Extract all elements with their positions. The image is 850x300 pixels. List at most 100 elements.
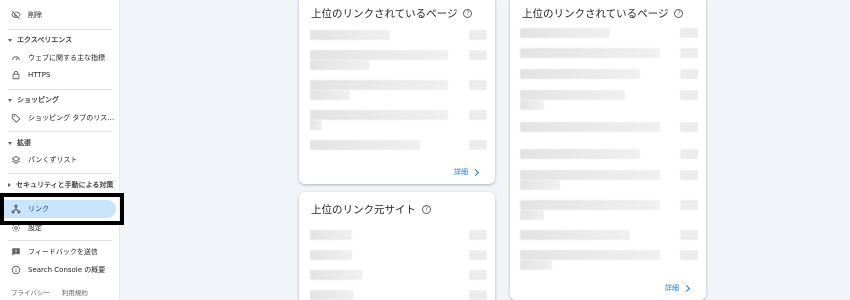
sidebar-item-label: パンくずリスト (28, 156, 78, 164)
blurred-row (520, 69, 640, 79)
blurred-row (310, 270, 362, 280)
blurred-row (520, 180, 560, 190)
sidebar-item-https[interactable]: HTTPS (4, 66, 116, 84)
blurred-value (680, 200, 698, 210)
collapse-arrow-icon (8, 141, 12, 145)
terms-link[interactable]: 利用規約 (62, 287, 88, 297)
section-label: ショッピング (17, 96, 59, 104)
details-link[interactable]: 詳細 (665, 283, 691, 293)
help-icon[interactable]: ? (674, 9, 684, 18)
section-label: 拡張 (17, 139, 31, 147)
blurred-row (310, 30, 390, 40)
blurred-row (310, 60, 370, 70)
card-title: 上位のリンクされているページ ? (311, 6, 473, 21)
blurred-value (680, 90, 698, 100)
section-security[interactable]: セキュリティと手動による対策 (4, 178, 116, 192)
sidebar-item-core-web-vitals[interactable]: ウェブに関する主な指標 (4, 49, 116, 67)
details-label: 詳細 (665, 284, 679, 292)
sidebar-item-label: フィードバックを送信 (28, 248, 98, 256)
links-icon (11, 204, 21, 214)
chevron-right-icon (682, 284, 691, 292)
privacy-link[interactable]: プライバシー (11, 287, 50, 297)
blurred-row (310, 50, 448, 60)
blurred-value (680, 69, 698, 79)
blurred-row (310, 110, 448, 120)
sidebar-item-settings[interactable]: 設定 (4, 219, 116, 237)
sidebar-item-breadcrumbs[interactable]: パンくずリスト (4, 151, 116, 169)
feedback-icon (12, 248, 20, 256)
card-top-linking-sites: 上位のリンク元サイト ? (299, 192, 495, 300)
blurred-row (310, 140, 420, 150)
blurred-row (520, 210, 544, 220)
blurred-row (310, 90, 350, 100)
blurred-value (469, 30, 487, 40)
section-enhancements[interactable]: 拡張 (4, 136, 116, 150)
blurred-row (520, 250, 660, 260)
sidebar-footer: プライバシー 利用規約 (11, 287, 88, 297)
blurred-value (680, 28, 698, 38)
collapse-arrow-icon (8, 98, 12, 102)
blurred-row (520, 200, 660, 210)
sidebar-item-label: リンク (28, 205, 49, 213)
blurred-row (310, 120, 322, 130)
tag-icon (11, 114, 21, 123)
card-top-linked-pages-right: 上位のリンクされているページ ? 詳細 (510, 0, 706, 300)
divider (8, 131, 112, 132)
sidebar-item-links[interactable]: リンク (4, 200, 116, 218)
blurred-value (680, 170, 698, 180)
blurred-value (469, 110, 487, 120)
blurred-row (520, 90, 625, 100)
section-shopping[interactable]: ショッピング (4, 93, 116, 107)
blurred-row (520, 149, 640, 159)
divider (8, 29, 112, 30)
blurred-row (310, 290, 354, 300)
blurred-value (680, 122, 698, 132)
expand-arrow-icon (8, 183, 11, 187)
sidebar-item-feedback[interactable]: フィードバックを送信 (4, 243, 116, 261)
sidebar-item-shopping-tab[interactable]: ショッピング タブのリス… (4, 109, 116, 127)
gauge-icon (12, 56, 20, 61)
blurred-value (680, 48, 698, 58)
card-title-text: 上位のリンクされているページ (522, 8, 669, 20)
blurred-value (680, 250, 698, 260)
sidebar-item-label: HTTPS (28, 71, 51, 79)
divider (8, 173, 112, 174)
blurred-value (680, 149, 698, 159)
card-title-text: 上位のリンクされているページ (311, 8, 458, 20)
divider (8, 240, 112, 241)
blurred-value (469, 290, 487, 300)
sidebar-item-label: 設定 (28, 224, 42, 232)
sidebar-item-label: ウェブに関する主な指標 (28, 54, 105, 62)
blurred-row (310, 250, 352, 260)
blurred-row (520, 170, 660, 180)
card-title-text: 上位のリンク元サイト (311, 204, 416, 216)
blurred-value (469, 250, 487, 260)
info-icon (11, 265, 21, 275)
collapse-arrow-icon (8, 38, 12, 42)
help-icon[interactable]: ? (422, 205, 431, 214)
sidebar-item-about[interactable]: Search Console の概要 (4, 261, 116, 279)
details-link[interactable]: 詳細 (454, 167, 480, 177)
blurred-row (310, 80, 448, 90)
blurred-value (469, 230, 487, 240)
blurred-value (469, 270, 487, 280)
sidebar-item-label: ショッピング タブのリス… (28, 114, 115, 122)
blurred-value (469, 80, 487, 90)
section-label: セキュリティと手動による対策 (16, 181, 114, 189)
blurred-row (520, 122, 660, 132)
help-icon[interactable]: ? (463, 9, 473, 18)
divider (8, 89, 112, 90)
sidebar: 削除 エクスペリエンス ウェブに関する主な指標 HTTPS ショッピング ショッ… (0, 0, 120, 300)
blurred-row (520, 230, 630, 240)
eye-off-icon (11, 10, 21, 19)
chevron-right-icon (471, 168, 480, 176)
section-experience[interactable]: エクスペリエンス (4, 33, 116, 47)
blurred-row (520, 100, 544, 110)
blurred-value (469, 140, 487, 150)
card-title: 上位のリンクされているページ ? (522, 6, 684, 21)
blurred-row (520, 28, 610, 38)
layers-icon (11, 155, 21, 164)
lock-icon (12, 70, 20, 80)
sidebar-item-removals[interactable]: 削除 (4, 6, 116, 24)
gear-icon (11, 223, 21, 233)
